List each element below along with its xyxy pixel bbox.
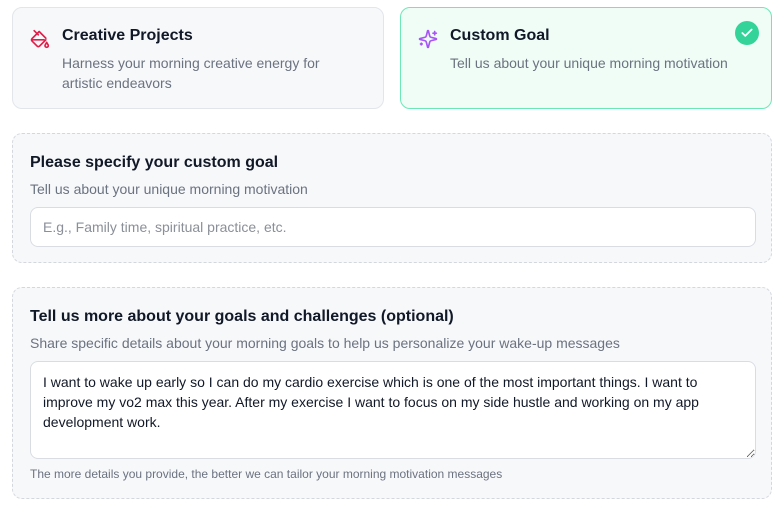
custom-goal-section: Please specify your custom goal Tell us … (12, 133, 772, 263)
goals-details-hint: The more details you provide, the better… (30, 467, 503, 481)
goals-details-subheading: Share specific details about your mornin… (30, 335, 620, 351)
paint-bucket-icon (30, 29, 50, 49)
custom-goal-heading: Please specify your custom goal (30, 154, 279, 171)
custom-goal-input[interactable] (30, 207, 756, 247)
custom-goal-subheading: Tell us about your unique morning motiva… (30, 181, 308, 197)
card-description: Tell us about your unique morning motiva… (450, 55, 728, 71)
sparkles-icon (418, 29, 438, 49)
card-title: Custom Goal (450, 27, 550, 44)
card-description: Harness your morning creative energy for… (62, 55, 320, 91)
goal-card-creative-projects[interactable]: Creative Projects Harness your morning c… (12, 7, 384, 109)
card-title: Creative Projects (62, 27, 193, 44)
goal-card-custom-goal[interactable]: Custom Goal Tell us about your unique mo… (400, 7, 772, 109)
check-icon (735, 21, 759, 45)
goals-details-textarea[interactable]: I want to wake up early so I can do my c… (30, 361, 756, 459)
goals-details-heading: Tell us more about your goals and challe… (30, 308, 454, 325)
goals-details-section: Tell us more about your goals and challe… (12, 287, 772, 499)
